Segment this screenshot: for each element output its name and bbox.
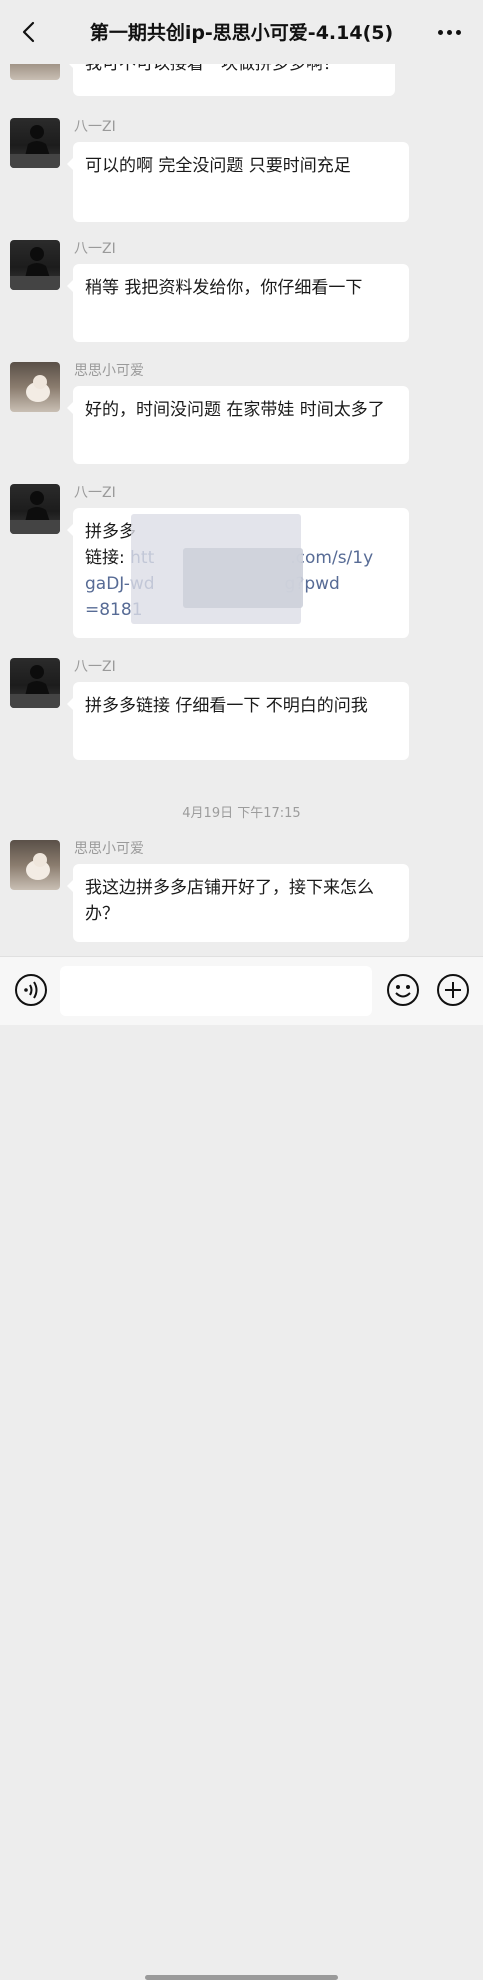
more-dots-icon[interactable] [435, 18, 463, 46]
message-bubble[interactable]: 好的，时间没问题 在家带娃 时间太多了 [67, 386, 409, 464]
sender-name: 思思小可爱 [74, 841, 144, 857]
voice-icon[interactable] [14, 973, 48, 1007]
link-message-bubble[interactable]: 拼多多 链接: htt.com/s/1y gaDJ-wdg?pwd =8181 [67, 508, 409, 638]
input-bar [0, 956, 483, 1980]
message-text: 好的，时间没问题 在家带娃 时间太多了 [85, 400, 385, 420]
title-bar: 第一期共创ip-思思小可爱-4.14(5) [0, 0, 483, 64]
avatar[interactable] [10, 362, 60, 412]
chat-area[interactable]: 我可不可以接着一块做拼多多啊？ 八一ZI 可以的啊 完全没问题 只要时间充足 八… [0, 64, 483, 956]
sender-name: 八一ZI [74, 485, 116, 501]
plus-icon[interactable] [436, 973, 470, 1007]
message-text: 可以的啊 完全没问题 只要时间充足 [85, 156, 351, 176]
message-text: 稍等 我把资料发给你，你仔细看一下 [85, 278, 363, 298]
sender-name: 思思小可爱 [74, 363, 144, 379]
redaction-blur [183, 548, 303, 608]
chevron-left-icon[interactable] [18, 20, 42, 44]
sender-name: 八一ZI [74, 119, 116, 135]
message-text: 我可不可以接着一块做拼多多啊？ [85, 64, 340, 74]
avatar[interactable] [10, 484, 60, 534]
message-bubble[interactable]: 我可不可以接着一块做拼多多啊？ [67, 64, 395, 96]
message-bubble[interactable]: 稍等 我把资料发给你，你仔细看一下 [67, 264, 409, 342]
avatar[interactable] [10, 64, 60, 80]
avatar[interactable] [10, 118, 60, 168]
message-bubble[interactable]: 拼多多链接 仔细看一下 不明白的问我 [67, 682, 409, 760]
message-bubble[interactable]: 可以的啊 完全没问题 只要时间充足 [67, 142, 409, 222]
home-indicator [145, 1975, 338, 1980]
message-text: 拼多多链接 仔细看一下 不明白的问我 [85, 696, 368, 716]
message-input[interactable] [60, 966, 372, 1016]
emoji-icon[interactable] [386, 973, 420, 1007]
avatar[interactable] [10, 658, 60, 708]
message-bubble[interactable]: 我这边拼多多店铺开好了，接下来怎么办？ [67, 864, 409, 942]
avatar[interactable] [10, 840, 60, 890]
sender-name: 八一ZI [74, 659, 116, 675]
message-text: 我这边拼多多店铺开好了，接下来怎么办？ [85, 878, 374, 924]
timestamp: 4月19日 下午17:15 [182, 806, 301, 821]
message-text: 拼多多 [85, 522, 136, 542]
chat-title: 第一期共创ip-思思小可爱-4.14(5) [89, 22, 394, 44]
link-label: 链接: [85, 548, 131, 568]
avatar[interactable] [10, 240, 60, 290]
sender-name: 八一ZI [74, 241, 116, 257]
